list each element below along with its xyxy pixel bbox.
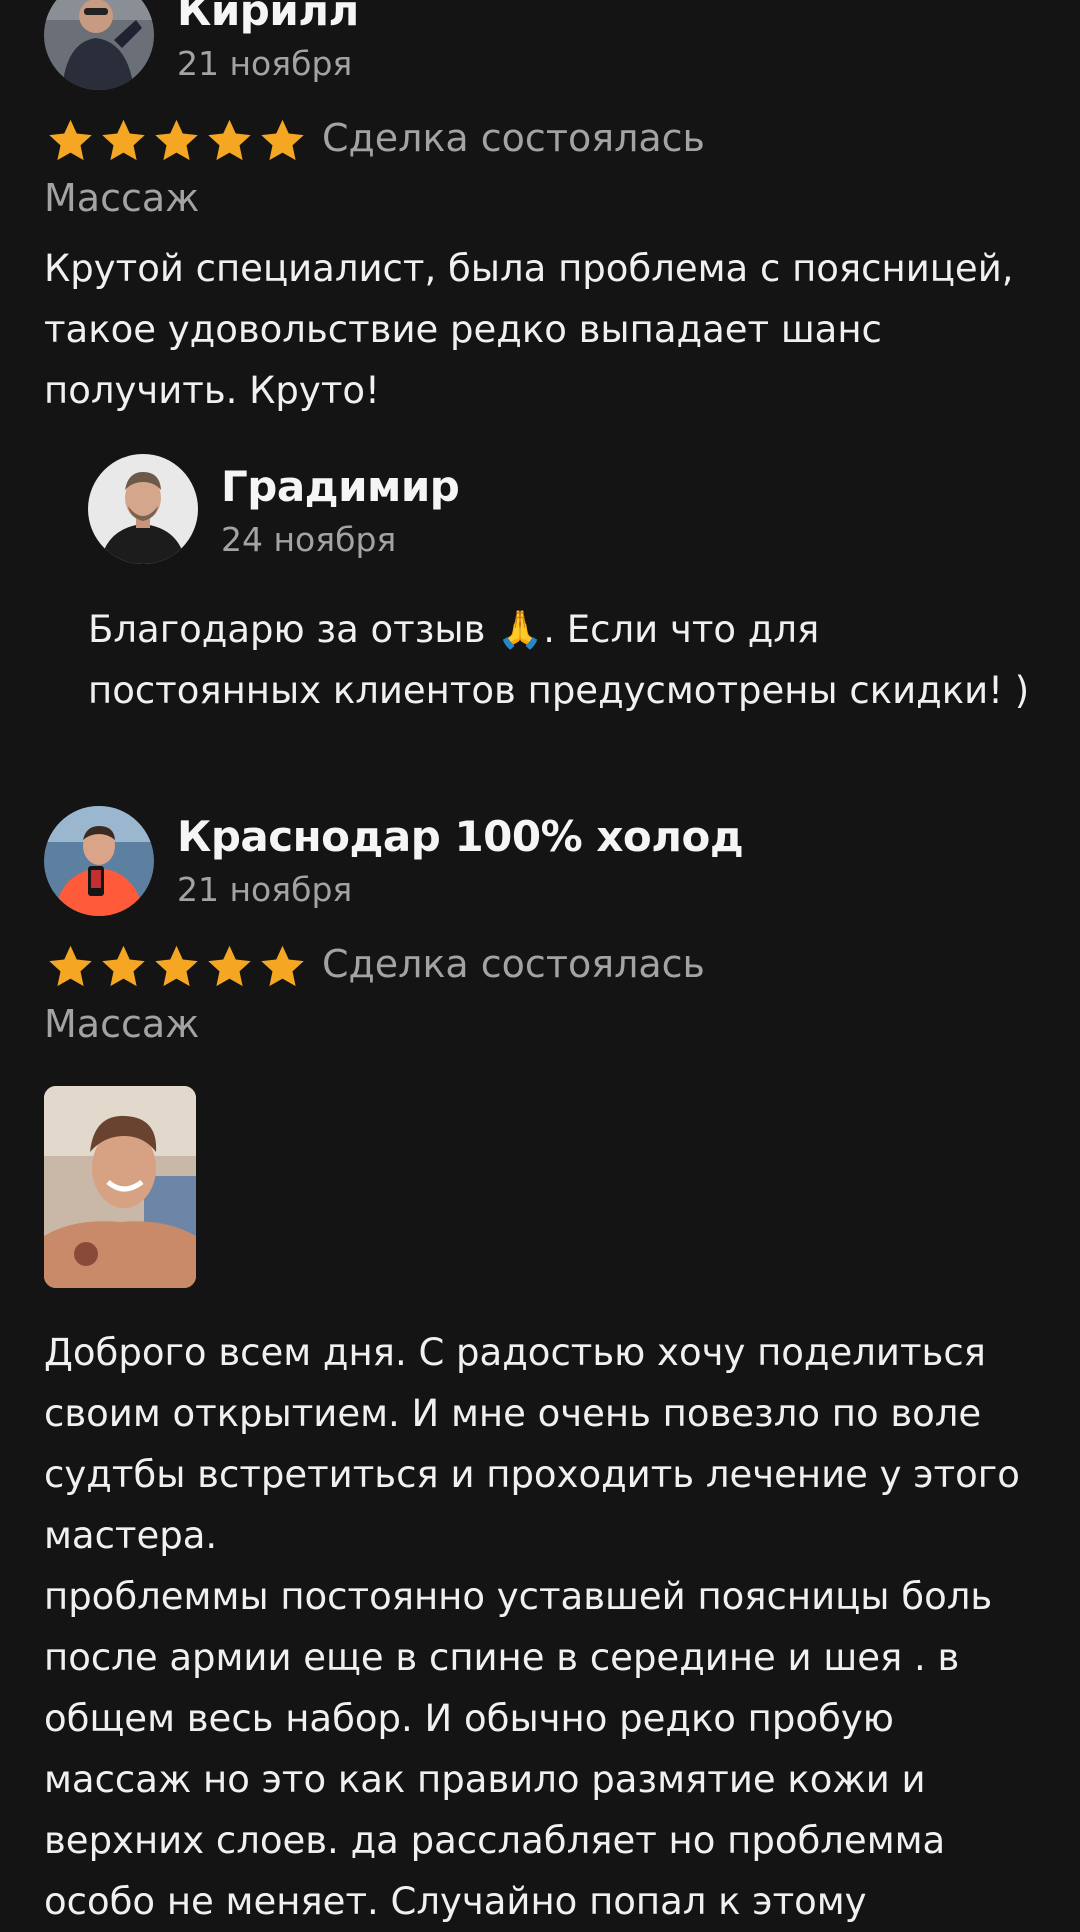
review-text: Доброго всем дня. С радостью хочу подели… bbox=[44, 1322, 1020, 1932]
review-text-line: своим открытием. И мне очень повезло по … bbox=[44, 1392, 982, 1435]
star-icon bbox=[155, 119, 198, 161]
star-icon bbox=[261, 119, 304, 161]
star-icon bbox=[155, 945, 198, 987]
review-text-line: особо не меняет. Случайно попал к этому bbox=[44, 1880, 867, 1923]
review-text-line: мастера. bbox=[44, 1514, 218, 1557]
avatar-photo-krasnodar bbox=[44, 806, 154, 916]
rating-stars bbox=[44, 942, 309, 992]
star-icon bbox=[49, 119, 92, 161]
star-icon bbox=[208, 119, 251, 161]
review-text-line: верхних слоев. да расслабляет но проблем… bbox=[44, 1819, 946, 1862]
avatar[interactable] bbox=[44, 0, 154, 90]
avatar[interactable] bbox=[44, 806, 154, 916]
reply-text: Благодарю за отзыв 🙏. Если что для посто… bbox=[88, 599, 1029, 721]
review-text-line: Доброго всем дня. С радостью хочу подели… bbox=[44, 1331, 986, 1374]
review-photo-image bbox=[44, 1086, 196, 1288]
avatar-photo-kirill bbox=[44, 0, 154, 90]
reply-text-line: Благодарю за отзыв 🙏. Если что для bbox=[88, 608, 820, 651]
deal-status: Сделка состоялась bbox=[322, 942, 705, 986]
star-icon bbox=[261, 945, 304, 987]
star-icon bbox=[208, 945, 251, 987]
avatar[interactable] bbox=[88, 454, 198, 564]
review-photo[interactable] bbox=[44, 1086, 196, 1288]
star-icon bbox=[102, 945, 145, 987]
star-icon bbox=[102, 119, 145, 161]
review-category: Массаж bbox=[44, 176, 200, 220]
rating-stars bbox=[44, 116, 309, 166]
avatar-photo-gradimir bbox=[88, 454, 198, 564]
review-category: Массаж bbox=[44, 1002, 200, 1046]
star-icon bbox=[49, 945, 92, 987]
review-text-line: после армии еще в спине в середине и шея… bbox=[44, 1636, 960, 1679]
reply-text-line: постоянных клиентов предусмотрены скидки… bbox=[88, 669, 1030, 712]
review-text-line: массаж но это как правило размятие кожи … bbox=[44, 1758, 926, 1801]
deal-status: Сделка состоялась bbox=[322, 116, 705, 160]
review-text-line: Крутой специалист, была проблема с поясн… bbox=[44, 247, 1014, 290]
review-text: Крутой специалист, была проблема с поясн… bbox=[44, 238, 1014, 421]
reply-date: 24 ноября bbox=[221, 520, 397, 559]
review-date: 21 ноября bbox=[177, 44, 353, 83]
review-author-name[interactable]: Кирилл bbox=[177, 0, 359, 35]
review-date: 21 ноября bbox=[177, 870, 353, 909]
review-author-name[interactable]: Краснодар 100% холод bbox=[177, 812, 744, 861]
review-text-line: общем весь набор. И обычно редко пробую bbox=[44, 1697, 894, 1740]
review-text-line: проблеммы постоянно уставшей поясницы бо… bbox=[44, 1575, 993, 1618]
review-text-line: такое удовольствие редко выпадает шанс bbox=[44, 308, 882, 351]
review-text-line: получить. Круто! bbox=[44, 369, 380, 412]
review-text-line: судтбы встретиться и проходить лечение у… bbox=[44, 1453, 1020, 1496]
reply-author-name[interactable]: Градимир bbox=[221, 462, 460, 511]
